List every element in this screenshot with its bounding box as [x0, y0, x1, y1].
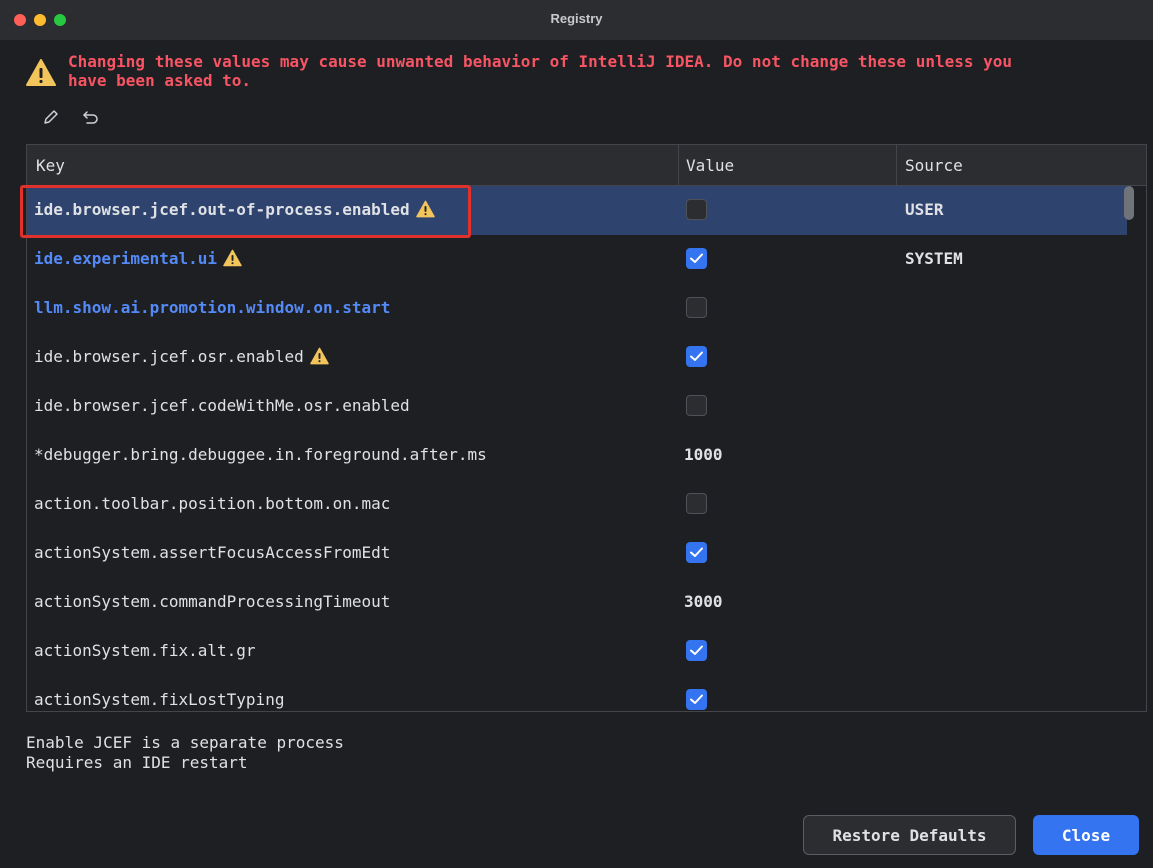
- value-text[interactable]: 3000: [684, 592, 723, 611]
- table-row[interactable]: actionSystem.fix.alt.gr: [27, 627, 1127, 676]
- window-title: Registry: [550, 11, 603, 26]
- row-key: actionSystem.fixLostTyping: [34, 690, 285, 709]
- warning-icon: [223, 249, 242, 267]
- row-source: USER: [905, 200, 944, 219]
- row-key: ide.experimental.ui: [34, 249, 242, 268]
- value-checkbox[interactable]: [686, 493, 707, 514]
- value-checkbox[interactable]: [686, 297, 707, 318]
- value-checkbox[interactable]: [686, 346, 707, 367]
- undo-icon[interactable]: [80, 106, 102, 128]
- column-header-key[interactable]: Key: [36, 156, 65, 175]
- value-checkbox[interactable]: [686, 199, 707, 220]
- setting-description: Enable JCEF is a separate process Requir…: [26, 733, 344, 772]
- value-checkbox[interactable]: [686, 248, 707, 269]
- table-row[interactable]: *debugger.bring.debuggee.in.foreground.a…: [27, 431, 1127, 480]
- table-row[interactable]: ide.browser.jcef.osr.enabled: [27, 333, 1127, 382]
- table-row[interactable]: ide.experimental.ui SYSTEM: [27, 235, 1127, 284]
- table-row[interactable]: actionSystem.commandProcessingTimeout 30…: [27, 578, 1127, 627]
- warning-icon: [26, 59, 56, 86]
- table-header: Key Value Source: [27, 145, 1146, 186]
- warning-icon: [309, 347, 329, 365]
- column-divider[interactable]: [896, 145, 897, 185]
- close-button[interactable]: Close: [1033, 815, 1139, 855]
- table-row[interactable]: actionSystem.fixLostTyping: [27, 676, 1127, 711]
- value-checkbox[interactable]: [686, 689, 707, 710]
- restore-defaults-button[interactable]: Restore Defaults: [803, 815, 1016, 855]
- table-row[interactable]: ide.browser.jcef.codeWithMe.osr.enabled: [27, 382, 1127, 431]
- column-header-value[interactable]: Value: [686, 156, 734, 175]
- warning-text: Changing these values may cause unwanted…: [68, 52, 1013, 90]
- row-key: actionSystem.assertFocusAccessFromEdt: [34, 543, 391, 562]
- table-scrollbar[interactable]: [1124, 186, 1134, 220]
- row-key: ide.browser.jcef.codeWithMe.osr.enabled: [34, 396, 410, 415]
- value-checkbox[interactable]: [686, 395, 707, 416]
- row-source: SYSTEM: [905, 249, 963, 268]
- row-key: llm.show.ai.promotion.window.on.start: [34, 298, 391, 317]
- row-key: *debugger.bring.debuggee.in.foreground.a…: [34, 445, 487, 464]
- row-key: ide.browser.jcef.osr.enabled: [34, 347, 329, 366]
- column-header-source[interactable]: Source: [905, 156, 963, 175]
- highlight-box: [20, 185, 471, 238]
- row-key: actionSystem.commandProcessingTimeout: [34, 592, 391, 611]
- table-row[interactable]: action.toolbar.position.bottom.on.mac: [27, 480, 1127, 529]
- row-key: actionSystem.fix.alt.gr: [34, 641, 256, 660]
- value-checkbox[interactable]: [686, 542, 707, 563]
- value-checkbox[interactable]: [686, 640, 707, 661]
- column-divider[interactable]: [678, 145, 679, 185]
- pencil-icon[interactable]: [40, 106, 62, 128]
- title-bar: Registry: [0, 0, 1153, 40]
- value-text[interactable]: 1000: [684, 445, 723, 464]
- table-row[interactable]: llm.show.ai.promotion.window.on.start: [27, 284, 1127, 333]
- row-key: action.toolbar.position.bottom.on.mac: [34, 494, 391, 513]
- table-row[interactable]: actionSystem.assertFocusAccessFromEdt: [27, 529, 1127, 578]
